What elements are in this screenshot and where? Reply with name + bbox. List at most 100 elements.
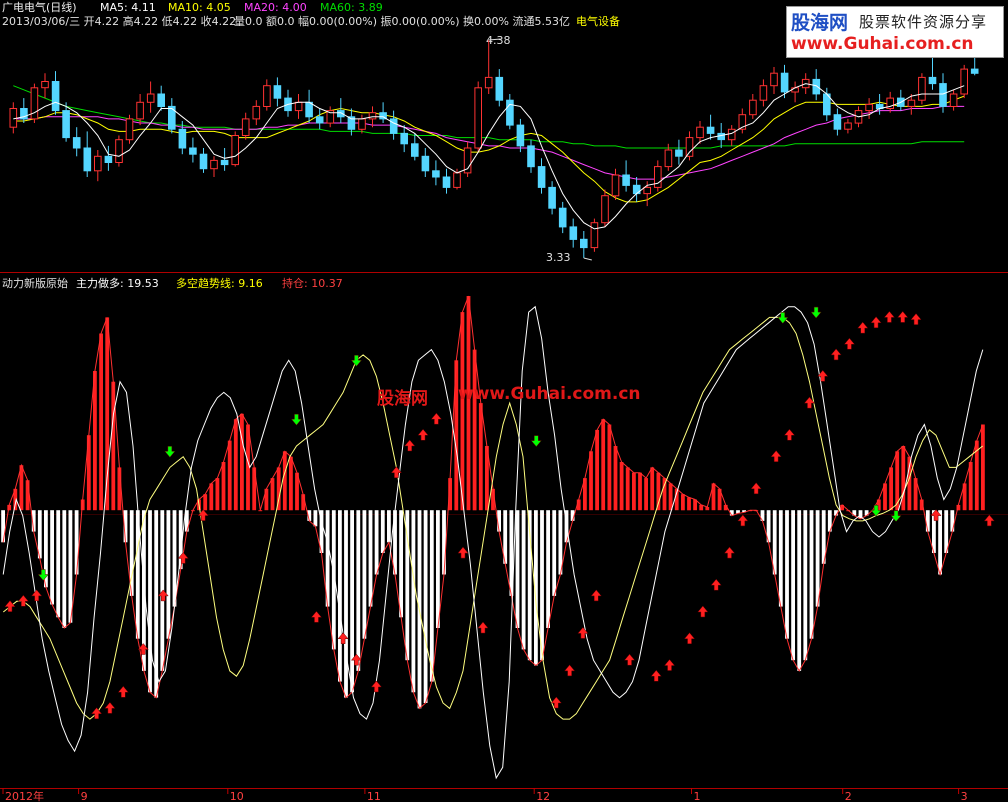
candle [263,85,271,107]
histogram-bar [619,462,624,511]
histogram-bar [650,467,655,511]
histogram-bar [938,510,942,575]
candle [907,99,916,107]
candle [411,143,419,157]
histogram-bar [423,510,428,703]
candle [252,105,261,120]
histogram-bar [99,333,103,511]
histogram-bar [668,483,673,511]
histogram-bar [815,510,820,607]
histogram-bar [589,451,593,511]
histogram-bar [50,510,54,605]
histogram-bar [387,510,391,543]
x-axis-label: 3 [961,790,968,802]
candle [527,145,535,168]
histogram-bar [442,510,446,575]
histogram-bar [638,472,642,511]
candle [41,81,49,89]
histogram-bar [552,510,557,596]
histogram-bar [1,510,5,543]
histogram-bar [56,510,61,618]
candle [727,128,736,141]
histogram-bar [289,456,293,511]
histogram-bar [472,349,477,511]
candle [970,68,979,74]
logo-main-text: 股海网 [791,12,849,34]
candle [844,122,852,130]
candle [791,87,799,93]
candle [759,85,768,101]
candle [231,135,239,166]
main-force-label: 主力做多: 19.53 [76,276,159,290]
histogram-bar [62,510,67,628]
histogram-bar [925,510,930,532]
candle [611,174,620,197]
watermark-url: www.Guhai.com.cn [458,384,641,404]
histogram-bar [436,510,440,628]
candle [72,137,81,149]
histogram-bar [350,510,354,693]
histogram-bar [362,510,367,639]
ohlc-readout: 2013/03/06/三 开4.22 高4.22 低4.22 收4.22 [2,14,236,28]
candle [939,83,947,107]
candle [210,159,218,170]
histogram-bar [240,413,244,511]
trend-line-label: 多空趋势线: 9.16 [176,276,263,290]
candle [400,132,408,145]
histogram-bar [233,419,238,511]
candle [780,72,789,93]
candle [199,153,208,170]
candle [654,166,662,188]
candle [675,149,683,157]
candle [178,128,187,149]
histogram-bar [215,478,220,511]
candle [421,155,430,172]
candle [558,207,567,228]
histogram-bar [546,510,550,628]
candle [960,68,969,95]
x-axis-label: 2012年 [5,789,44,802]
candle [537,166,546,188]
histogram-bar [282,451,287,511]
candle [368,112,377,120]
candle [717,132,726,141]
histogram-bar [93,371,97,511]
histogram-bar [797,510,802,671]
candle [474,87,482,149]
histogram-bar [429,510,434,682]
histogram-bar [950,510,955,532]
candle [273,85,282,99]
histogram-bar [209,483,214,511]
candle [749,99,757,116]
candle [548,186,556,209]
candle [569,226,578,240]
candle [9,108,18,128]
candle [157,93,165,107]
candle [949,93,958,107]
candle [432,170,440,178]
histogram-bar [901,446,906,511]
candle [104,155,113,164]
candle [62,110,70,139]
x-axis-label: 1 [694,790,701,802]
candle [928,76,937,85]
candle [590,222,599,249]
histogram-bar [803,510,808,661]
histogram-bar [778,510,783,607]
histogram-bar [203,494,208,511]
candle [241,118,250,137]
candle [442,176,451,188]
histogram-bar [270,478,275,511]
indicator-name: 动力新版原始 [2,276,68,290]
high-price-annotation: 4.38 [486,34,511,47]
histogram-bar [889,467,893,511]
x-axis-label: 10 [230,790,244,802]
histogram-bar [681,494,685,511]
histogram-bar [478,403,483,511]
candle [622,174,630,186]
candle [516,124,525,147]
stock-name: 广电电气(日线) [2,0,77,14]
candle [770,72,778,87]
histogram-bar [460,312,465,511]
histogram-bar [515,510,520,628]
